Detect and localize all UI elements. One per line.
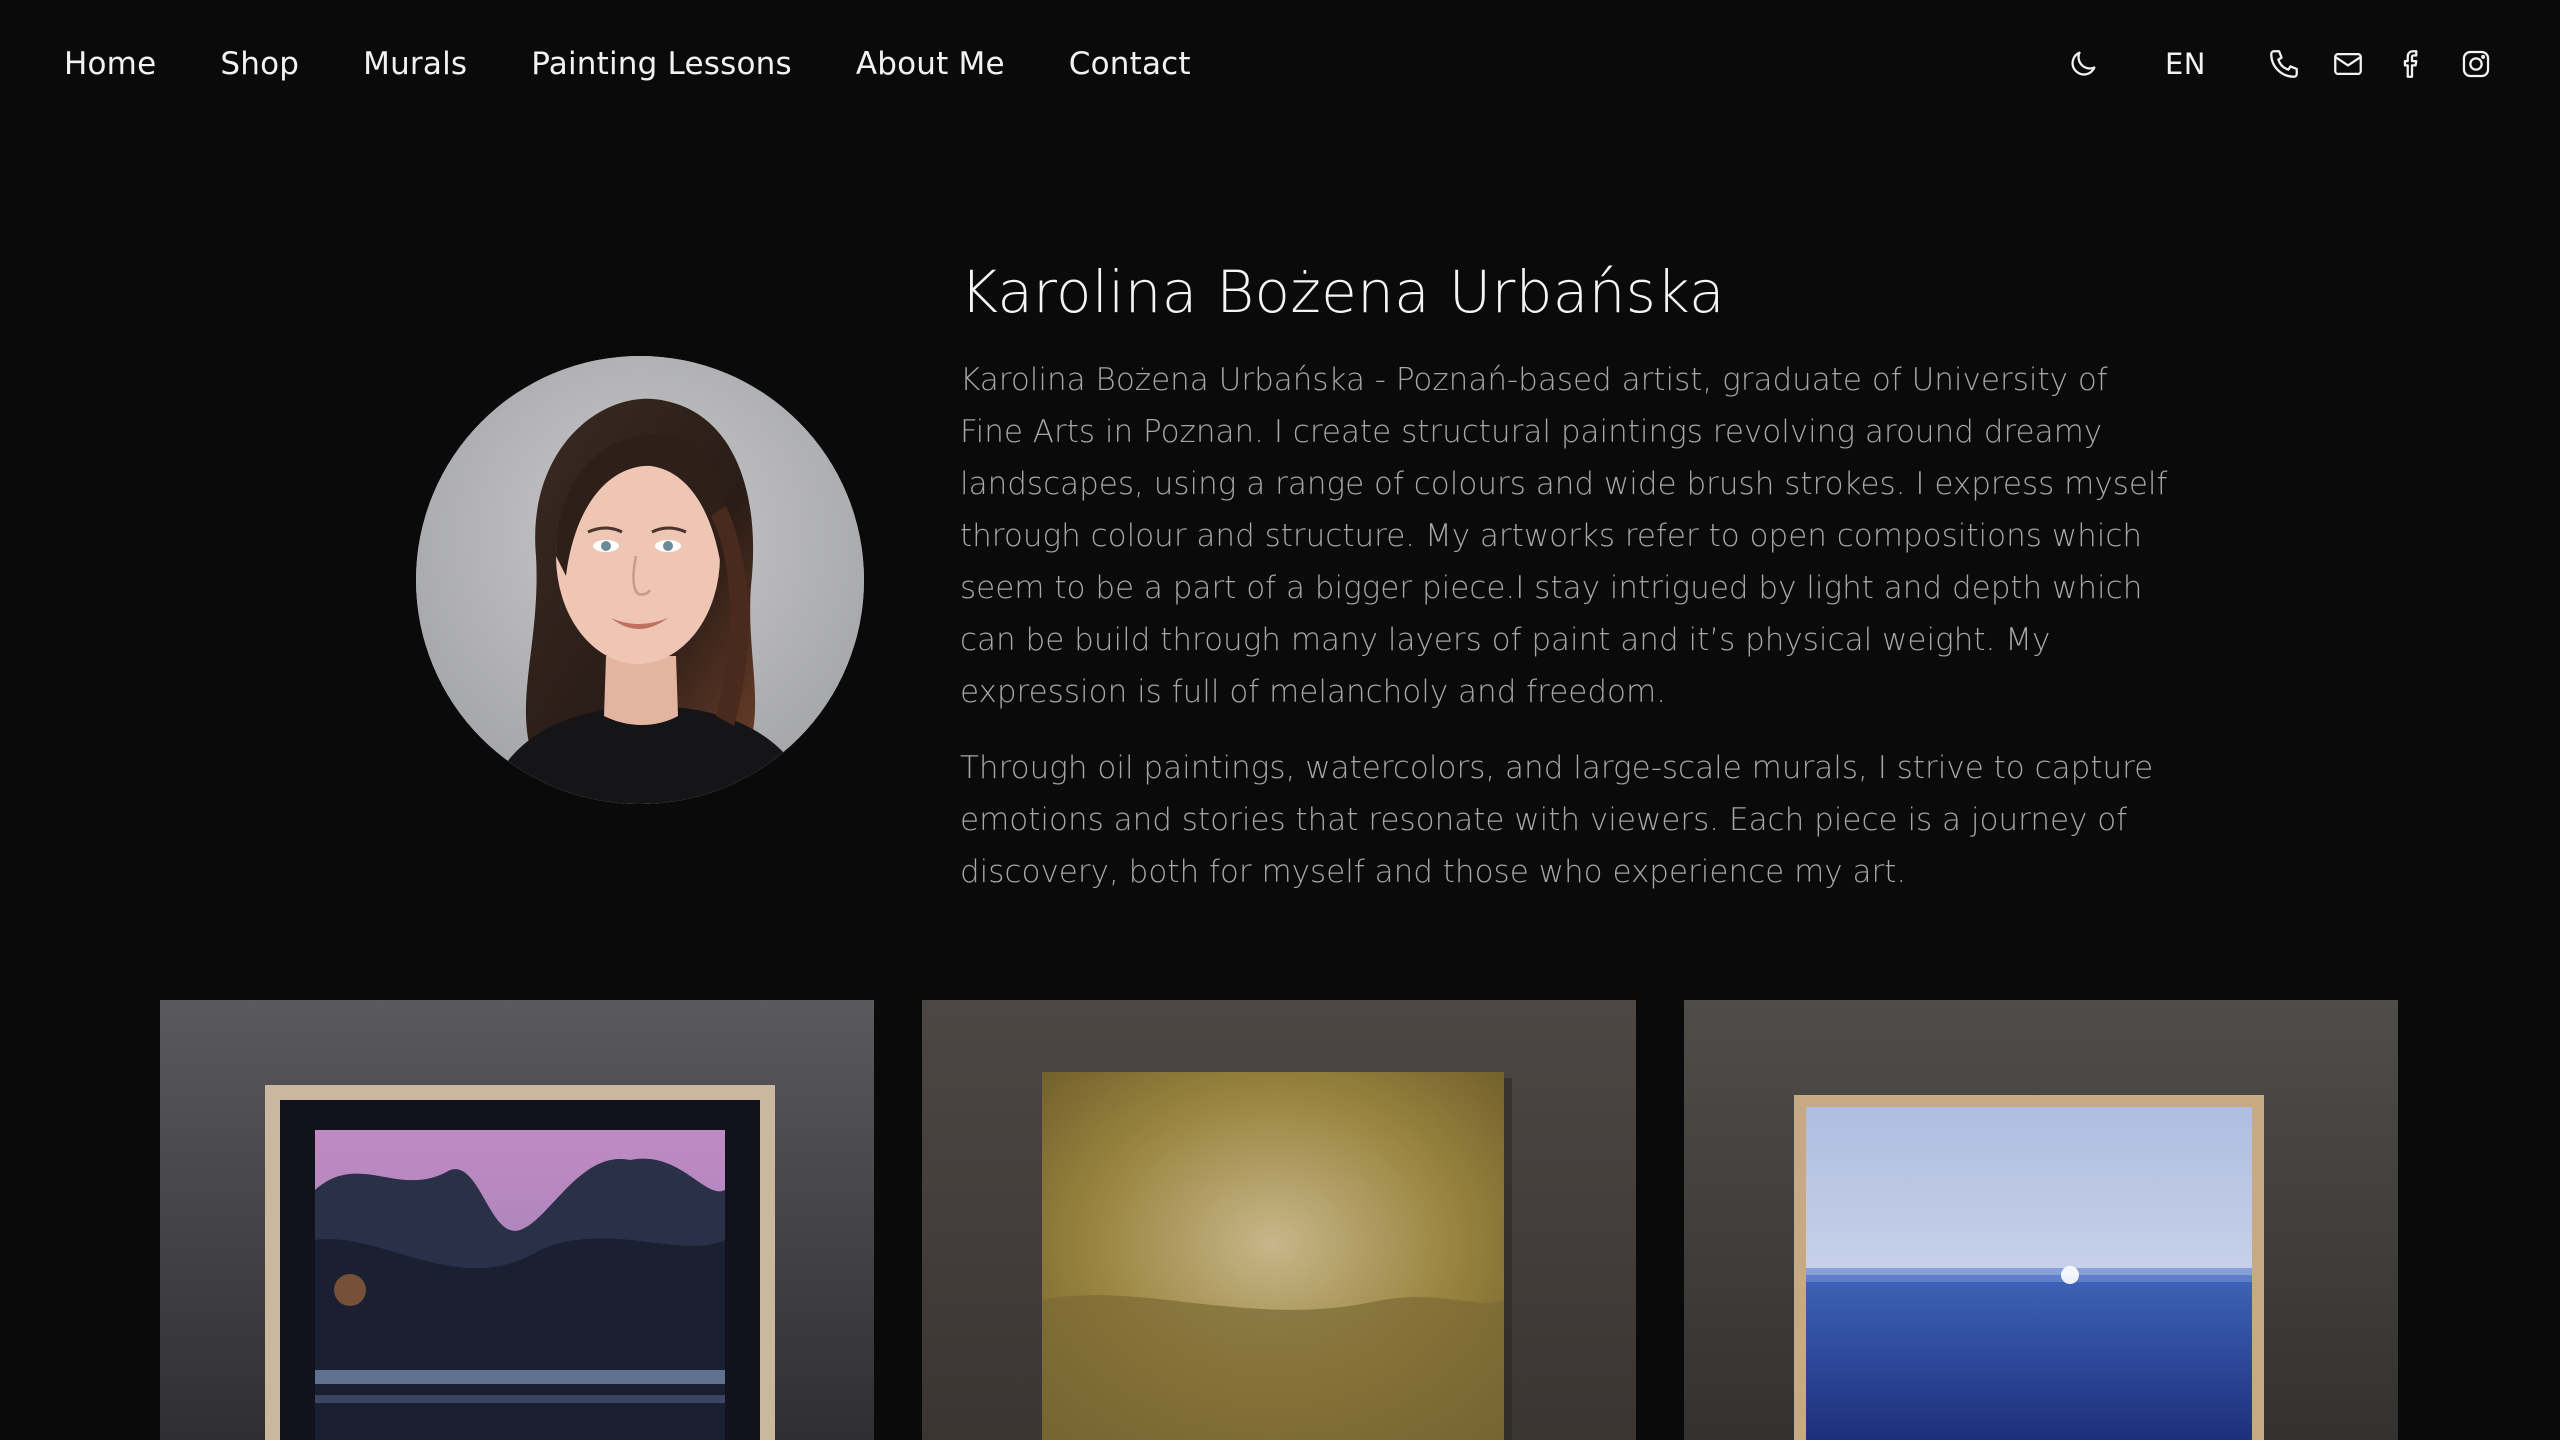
artist-portrait [416, 356, 864, 804]
page: Home Shop Murals Painting Lessons About … [0, 0, 2560, 1440]
instagram-icon[interactable] [2456, 44, 2496, 84]
nav-link-shop[interactable]: Shop [220, 46, 299, 82]
nav-link-about-me[interactable]: About Me [856, 46, 1005, 82]
moon-icon[interactable] [2063, 44, 2103, 84]
nav-link-murals[interactable]: Murals [363, 46, 467, 82]
top-navigation: Home Shop Murals Painting Lessons About … [0, 0, 2560, 128]
artwork-card[interactable] [1684, 1000, 2398, 1440]
artwork-card[interactable] [922, 1000, 1636, 1440]
artwork-gallery [160, 1000, 2400, 1440]
artist-name: Karolina Bożena Urbańska [960, 258, 1725, 326]
facebook-icon[interactable] [2392, 44, 2432, 84]
nav-link-home[interactable]: Home [64, 46, 156, 82]
mail-icon[interactable] [2328, 44, 2368, 84]
about-section: Karolina Bożena Urbańska Karolina Bożena… [960, 250, 2170, 922]
phone-icon[interactable] [2264, 44, 2304, 84]
bio-paragraph-1: Karolina Bożena Urbańska - Poznań-based … [960, 362, 2168, 710]
artwork-card[interactable] [160, 1000, 874, 1440]
nav-links: Home Shop Murals Painting Lessons About … [64, 46, 1191, 82]
bio-paragraph-2: Through oil paintings, watercolors, and … [960, 750, 2154, 890]
nav-link-contact[interactable]: Contact [1069, 46, 1191, 82]
nav-link-painting-lessons[interactable]: Painting Lessons [531, 46, 792, 82]
nav-actions: EN [2063, 44, 2496, 84]
contact-icons [2264, 44, 2496, 84]
language-switcher[interactable]: EN [2165, 47, 2206, 81]
